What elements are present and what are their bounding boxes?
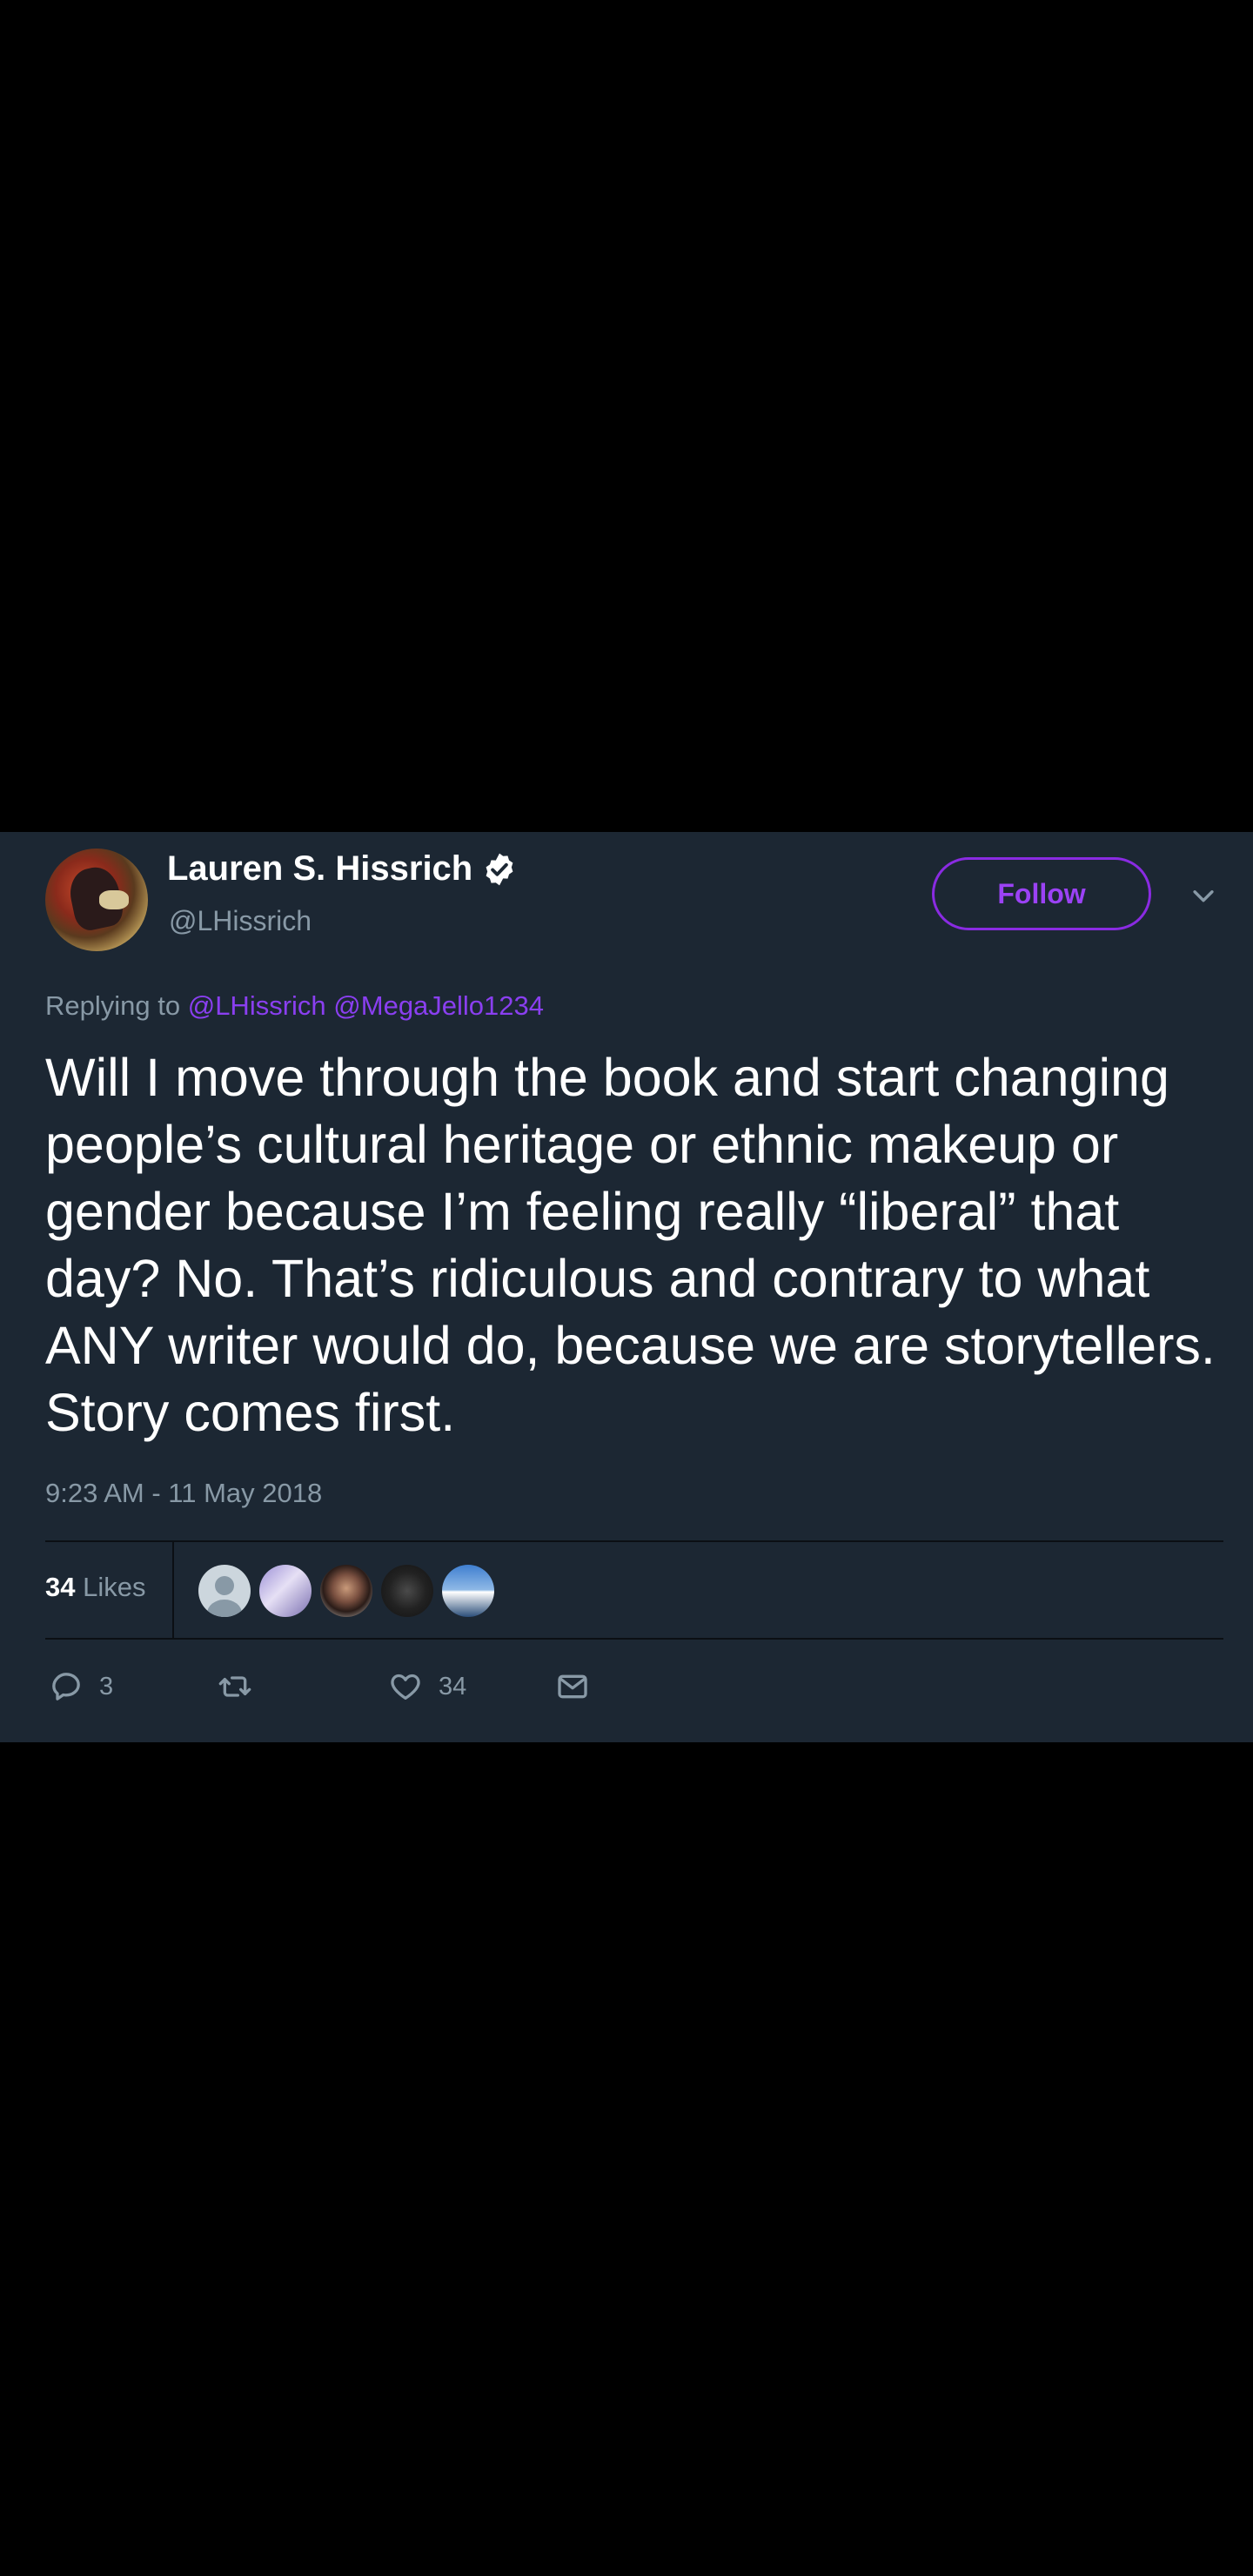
chevron-down-icon[interactable] — [1189, 881, 1218, 910]
divider — [172, 1542, 174, 1638]
tweet-text: Will I move through the book and start c… — [45, 1048, 1216, 1442]
retweet-action[interactable] — [218, 1669, 252, 1704]
replying-to-line: Replying to @LHissrich @MegaJello1234 — [45, 990, 544, 1022]
author-display-name: Lauren S. Hissrich — [167, 849, 473, 888]
liker-avatar[interactable] — [198, 1565, 251, 1617]
likes-label: Likes — [83, 1572, 146, 1602]
reply-count: 3 — [99, 1672, 114, 1701]
liker-avatar[interactable] — [442, 1565, 494, 1617]
heart-icon — [391, 1674, 420, 1700]
author-handle[interactable]: @LHissrich — [169, 905, 312, 937]
reply-action[interactable]: 3 — [49, 1669, 113, 1704]
tweet-timestamp[interactable]: 9:23 AM - 11 May 2018 — [45, 1478, 322, 1509]
likes-number: 34 — [45, 1572, 76, 1602]
liker-avatar[interactable] — [259, 1565, 312, 1617]
like-count: 34 — [439, 1672, 467, 1701]
like-action[interactable]: 34 — [388, 1669, 466, 1704]
envelope-icon — [558, 1674, 587, 1699]
divider — [45, 1540, 1223, 1542]
likes-count[interactable]: 34 Likes — [45, 1572, 145, 1603]
divider — [45, 1638, 1223, 1640]
reply-mention-link[interactable]: @MegaJello1234 — [333, 990, 544, 1021]
author-name[interactable]: Lauren S. Hissrich — [167, 849, 518, 889]
replying-to-label: Replying to — [45, 990, 181, 1021]
liker-avatar[interactable] — [381, 1565, 433, 1617]
retweet-icon — [218, 1676, 251, 1697]
author-avatar[interactable] — [45, 849, 148, 951]
liker-avatar[interactable] — [320, 1565, 372, 1617]
follow-button[interactable]: Follow — [932, 857, 1151, 930]
reply-mention-link[interactable]: @LHissrich — [188, 990, 326, 1021]
verified-badge-icon — [486, 853, 513, 885]
dm-action[interactable] — [555, 1669, 590, 1704]
reply-icon — [52, 1673, 80, 1701]
